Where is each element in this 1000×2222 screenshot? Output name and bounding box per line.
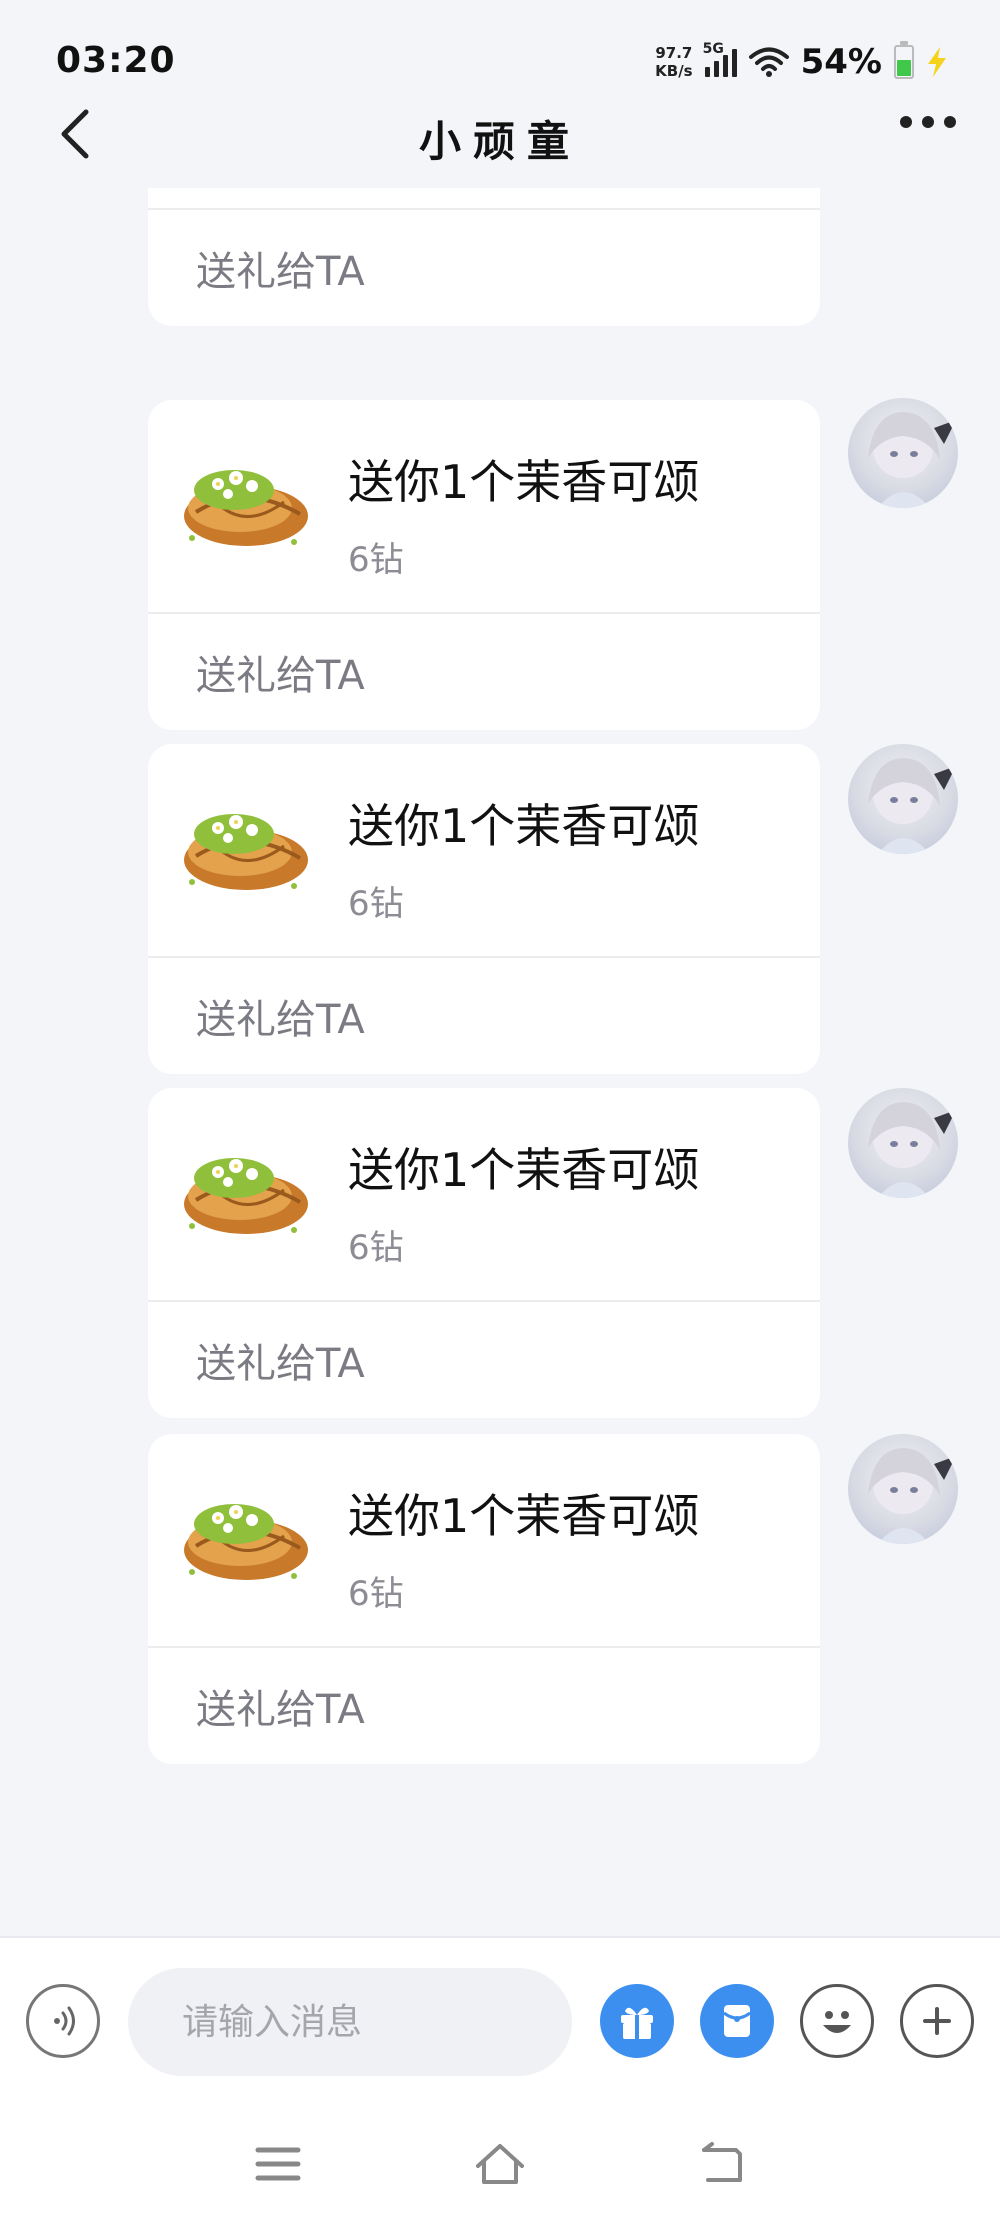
avatar-image — [868, 758, 956, 854]
cell-signal-icon: 5G — [703, 41, 737, 77]
page-title: 小顽童 — [418, 117, 581, 166]
gift-card-body[interactable]: 送你1个茉香可颂 6钻 — [148, 1434, 820, 1648]
avatar[interactable] — [848, 1088, 958, 1198]
back-icon — [702, 2142, 742, 2182]
wifi-icon — [748, 47, 789, 77]
send-gift-button[interactable]: 送礼给TA — [148, 210, 820, 326]
gift-message-card: 送你1个茉香可颂 6钻 送礼给TA — [148, 744, 820, 1074]
voice-button[interactable] — [26, 1984, 100, 2058]
gift-button[interactable] — [600, 1984, 674, 2058]
status-bar: 03:20 97.7 KB/s 5G 54% — [0, 0, 1000, 100]
avatar-image — [868, 1102, 956, 1198]
gift-price: 6钻 — [348, 1228, 404, 1268]
chat-header: 小顽童 — [0, 96, 1000, 186]
status-indicators: 97.7 KB/s 5G 54% — [655, 40, 948, 84]
avatar[interactable] — [848, 744, 958, 854]
gift-title: 送你1个茉香可颂 — [348, 1143, 700, 1197]
gift-message-card: 送你1个茉香可颂 6钻 送礼给TA — [148, 400, 820, 730]
net-speed-unit: KB/s — [655, 62, 693, 80]
emoji-icon — [823, 2011, 851, 2033]
more-dot — [922, 116, 934, 128]
net-speed: 97.7 KB/s — [655, 44, 692, 80]
red-envelope-button[interactable] — [700, 1984, 774, 2058]
more-dot — [944, 116, 956, 128]
message-input-bar — [0, 1936, 1000, 2108]
emoji-button[interactable] — [800, 1984, 874, 2058]
gift-card-body[interactable]: 送你1个茉香可颂 6钻 — [148, 1088, 820, 1302]
gift-price: 6钻 — [348, 540, 404, 580]
gift-card-body — [148, 188, 820, 210]
plus-button[interactable] — [900, 1984, 974, 2058]
charging-bolt-icon — [928, 47, 946, 77]
send-gift-button[interactable]: 送礼给TA — [148, 1302, 820, 1418]
chat-messages[interactable]: 送礼给TA 送你1个茉香可颂 6钻 送礼给TA 送你1个茉香可颂 6钻 送礼给T… — [0, 188, 1000, 1932]
send-gift-button[interactable]: 送礼给TA — [148, 958, 820, 1074]
gift-icon — [621, 2007, 653, 2039]
battery-percent: 54% — [800, 42, 882, 82]
gift-price: 6钻 — [348, 1574, 404, 1614]
gift-card-body[interactable]: 送你1个茉香可颂 6钻 — [148, 744, 820, 958]
network-type: 5G — [702, 41, 724, 57]
home-icon — [476, 2144, 524, 2184]
croissant-gift-icon — [184, 1504, 308, 1580]
menu-nav-button[interactable] — [248, 2134, 308, 2194]
send-gift-button[interactable]: 送礼给TA — [148, 614, 820, 730]
send-gift-button[interactable]: 送礼给TA — [148, 1648, 820, 1764]
message-input[interactable] — [128, 1968, 572, 2076]
avatar-image — [868, 1448, 956, 1544]
more-button[interactable] — [900, 116, 956, 128]
gift-title: 送你1个茉香可颂 — [348, 455, 700, 509]
system-nav-bar — [0, 2106, 1000, 2222]
gift-message-card: 送礼给TA — [148, 188, 820, 326]
gift-message-card: 送你1个茉香可颂 6钻 送礼给TA — [148, 1088, 820, 1418]
more-dot — [900, 116, 912, 128]
gift-price: 6钻 — [348, 884, 404, 924]
net-speed-value: 97.7 — [655, 44, 693, 62]
croissant-gift-icon — [184, 814, 308, 890]
voice-icon — [54, 2006, 75, 2036]
avatar-image — [868, 412, 956, 508]
avatar[interactable] — [848, 1434, 958, 1544]
status-time: 03:20 — [56, 40, 176, 81]
battery-icon — [894, 41, 914, 79]
home-nav-button[interactable] — [470, 2134, 530, 2194]
menu-icon — [255, 2147, 301, 2181]
back-nav-button[interactable] — [692, 2134, 752, 2194]
croissant-gift-icon — [184, 470, 308, 546]
gift-card-body[interactable]: 送你1个茉香可颂 6钻 — [148, 400, 820, 614]
red-envelope-icon — [723, 2005, 751, 2037]
plus-icon — [923, 2007, 951, 2035]
croissant-gift-icon — [184, 1158, 308, 1234]
gift-message-card: 送你1个茉香可颂 6钻 送礼给TA — [148, 1434, 820, 1764]
gift-title: 送你1个茉香可颂 — [348, 799, 700, 853]
gift-title: 送你1个茉香可颂 — [348, 1489, 700, 1543]
avatar[interactable] — [848, 398, 958, 508]
